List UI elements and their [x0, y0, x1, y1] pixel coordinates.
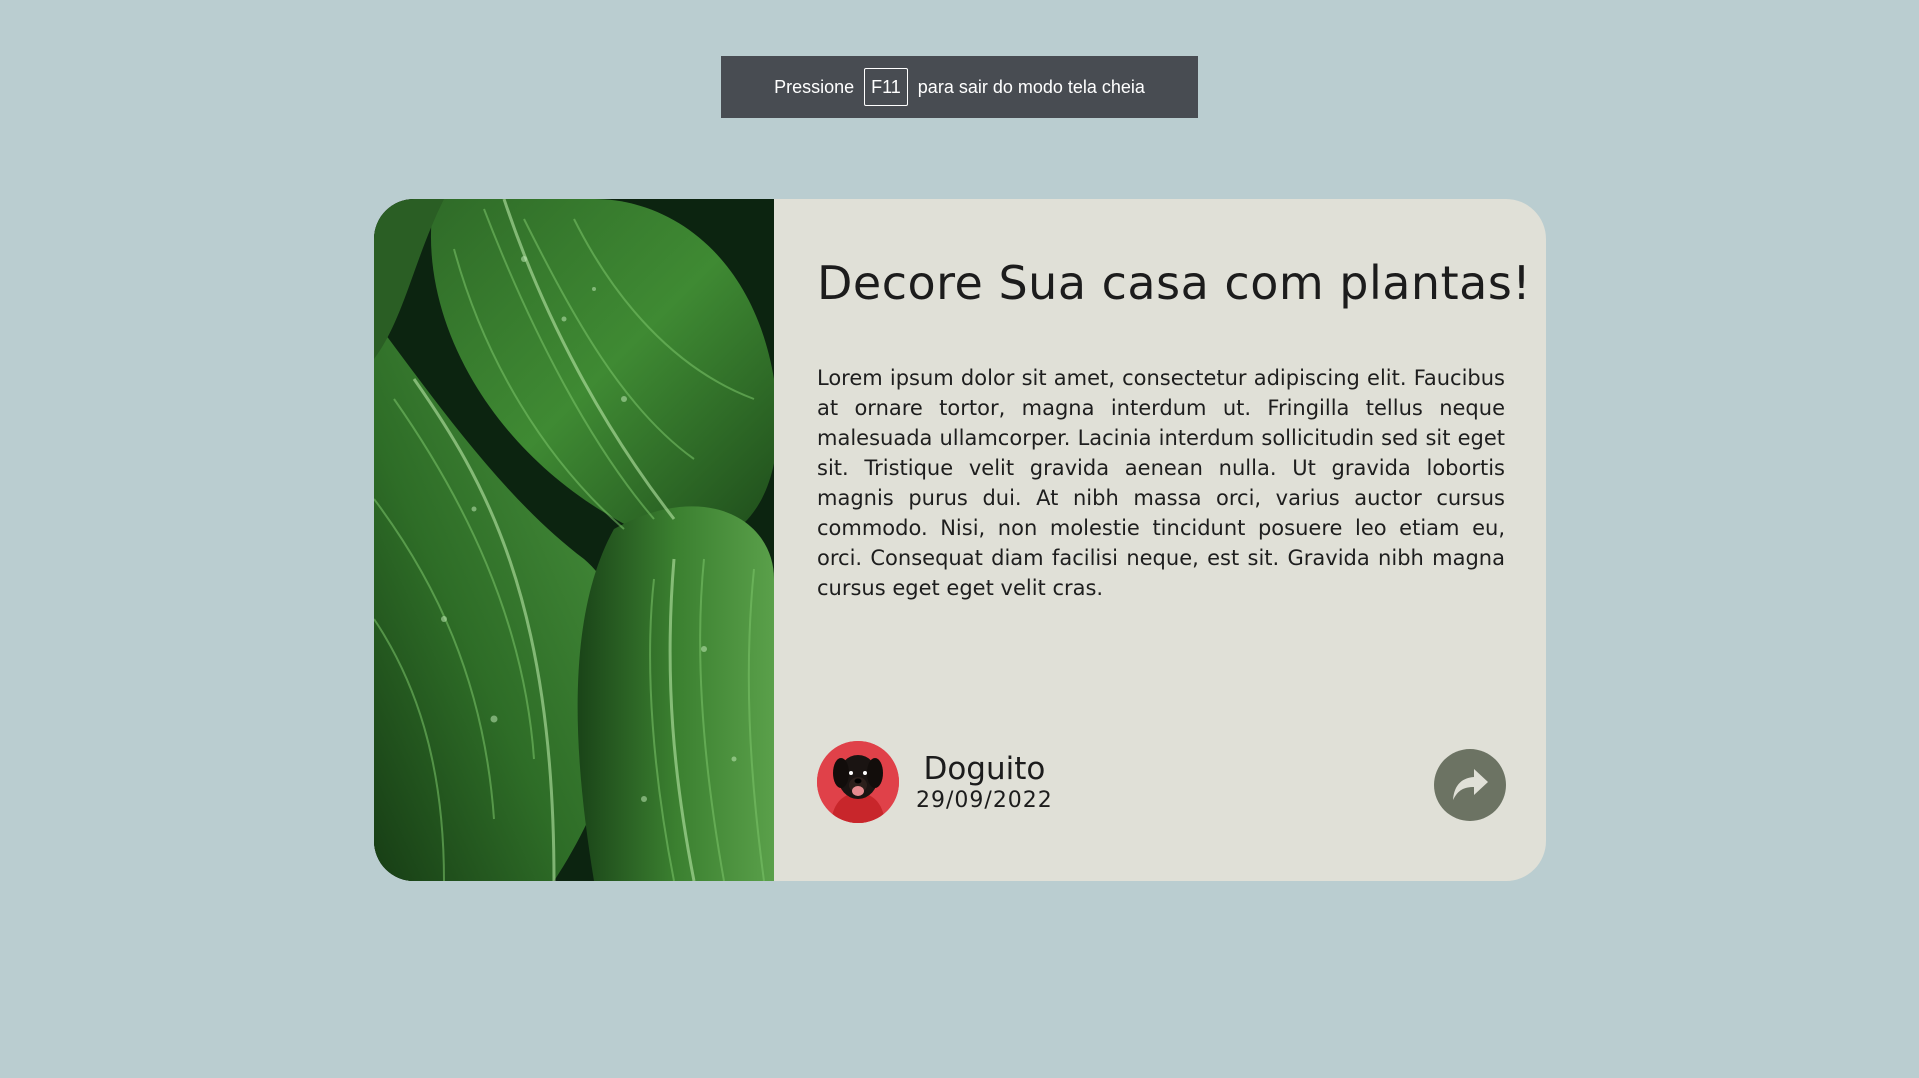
author-info: Doguito 29/09/2022	[817, 741, 1053, 823]
fullscreen-notice-text-before: Pressione	[774, 76, 855, 97]
author-avatar	[817, 741, 899, 823]
share-arrow-icon	[1453, 769, 1488, 800]
plant-leaves-image	[374, 199, 774, 881]
plant-leaves-illustration	[374, 199, 774, 881]
post-card: Decore Sua casa com plantas! Lorem ipsum…	[374, 199, 1546, 881]
fullscreen-notice: Pressione F11 para sair do modo tela che…	[721, 56, 1198, 118]
post-description: Lorem ipsum dolor sit amet, consectetur …	[817, 366, 1505, 600]
card-content: Decore Sua casa com plantas! Lorem ipsum…	[774, 199, 1546, 881]
dog-avatar-icon	[817, 741, 899, 823]
f11-key-badge: F11	[864, 68, 908, 106]
share-button[interactable]	[1434, 749, 1506, 821]
author-name: Doguito	[923, 751, 1046, 787]
author-text: Doguito 29/09/2022	[916, 750, 1053, 814]
fullscreen-notice-text-after: para sair do modo tela cheia	[917, 76, 1145, 97]
post-date: 29/09/2022	[916, 788, 1053, 813]
post-title: Decore Sua casa com plantas!	[817, 256, 1532, 310]
